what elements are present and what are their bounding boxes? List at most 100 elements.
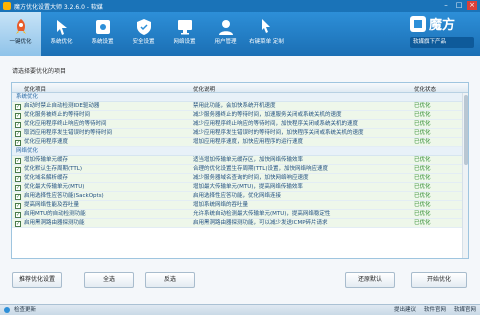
rocket-icon	[15, 19, 26, 34]
item-checkbox[interactable]: ✓	[15, 166, 21, 173]
software-site-link[interactable]: 软件官网	[424, 305, 446, 315]
brand-block: 魔方 软媒旗下产品	[410, 14, 474, 54]
item-checkbox[interactable]: ✓	[15, 130, 21, 137]
nav-system-settings[interactable]: 系统设置	[82, 12, 123, 56]
brand-name: 魔方	[429, 18, 456, 33]
select-all-button[interactable]: 全选	[84, 272, 134, 288]
list-item[interactable]: ✓ 优化最大传输单元(MTU) 增加最大传输单元(MTU)，提高网络传输效率 已优化	[12, 183, 468, 192]
scrollbar-thumb[interactable]	[464, 95, 468, 165]
item-status: 已优化	[414, 166, 431, 172]
feedback-link[interactable]: 提出建议	[394, 305, 416, 315]
item-checkbox[interactable]: ✓	[15, 184, 21, 191]
nav-label: 系统设置	[91, 39, 114, 45]
prompt-text: 请选择要优化的项目	[12, 68, 67, 75]
list-scrollbar[interactable]	[462, 93, 468, 258]
cube-logo-icon	[410, 15, 426, 32]
item-name: 增加传输单元缓存	[24, 157, 69, 163]
restore-default-button[interactable]: 还原默认	[345, 272, 395, 288]
gear-icon	[95, 20, 110, 34]
app-logo-icon	[3, 2, 11, 10]
minimize-button[interactable]: –	[441, 1, 451, 10]
list-item[interactable]: ✓ 提高网络性能及吞吐量 增加系统网络的吞吐量 已优化	[12, 201, 468, 210]
group-header: 系统优化	[12, 93, 468, 102]
item-status: 已优化	[414, 103, 431, 109]
item-name: 启用黑洞路由器探测功能	[24, 220, 85, 226]
column-desc: 优化说明	[193, 87, 216, 93]
column-item: 优化项目	[24, 87, 47, 93]
invert-selection-button[interactable]: 反选	[145, 272, 195, 288]
column-state: 优化状态	[414, 87, 437, 93]
list-item[interactable]: ✓ 优化默认生存周期(TTL) 合理的优化设置生存周期(TTL)设置，加快网络响应速…	[12, 165, 468, 174]
cursor-icon	[56, 20, 67, 35]
item-checkbox[interactable]: ✓	[15, 157, 21, 164]
item-checkbox[interactable]: ✓	[15, 175, 21, 182]
nav-label: 一键优化	[9, 39, 32, 45]
list-item[interactable]: ✓ 启用选择性应答功能(SackOpts) 启用选择性应答功能，优化网络连接 已优化	[12, 192, 468, 201]
list-header: 优化项目 优化说明 优化状态	[12, 83, 468, 93]
list-item[interactable]: ✓ 优化服务被终止的等待时间 减少服务器终止的等待时间，加速服务关闭或系统关机的速度…	[12, 111, 468, 120]
item-description: 增加最大传输单元(MTU)，提高网络传输效率	[193, 184, 303, 190]
brand-product-link[interactable]: 软媒旗下产品	[410, 37, 474, 48]
recommend-button[interactable]: 推荐优化设置	[12, 272, 62, 288]
item-description: 启用黑洞路由器探测功能，可以减少发送ICMP碎片请求	[193, 220, 328, 226]
item-description: 启用选择性应答功能，优化网络连接	[193, 193, 282, 199]
title-bar: 魔方优化设置大师 3.2.6.0 - 软媒 – □ ×	[0, 0, 480, 12]
optimize-list: 优化项目 优化说明 优化状态 系统优化 ✓ 启动时禁止自动检测IDE驱动器 禁用此功能…	[11, 82, 469, 259]
item-name: 启用MTU的自动检测功能	[24, 211, 86, 217]
item-status: 已优化	[414, 139, 431, 145]
list-item[interactable]: ✓ 优化域名解析缓存 减少服务器域名查询的时间，加快网络响应速度 已优化	[12, 174, 468, 183]
list-body: 系统优化 ✓ 启动时禁止自动检测IDE驱动器 禁用此功能，会加快系统开机速度 已优化 ✓ 优…	[12, 93, 468, 258]
item-checkbox[interactable]: ✓	[15, 112, 21, 119]
close-button[interactable]: ×	[467, 1, 477, 10]
item-name: 取消应用程序发生错误时的等待时间	[24, 130, 113, 136]
window-title: 魔方优化设置大师 3.2.6.0 - 软媒	[14, 3, 103, 11]
item-checkbox[interactable]: ✓	[15, 211, 21, 218]
list-item[interactable]: ✓ 启动时禁止自动检测IDE驱动器 禁用此功能，会加快系统开机速度 已优化	[12, 102, 468, 111]
item-name: 优化默认生存周期(TTL)	[24, 166, 82, 172]
nav-network-settings[interactable]: 网络设置	[164, 12, 205, 56]
list-item[interactable]: ✓ 取消应用程序发生错误时的等待时间 减少应用程序发生错误时的等待时间，加快程序关闭…	[12, 129, 468, 138]
item-name: 提高网络性能及吞吐量	[24, 202, 80, 208]
shield-icon	[136, 19, 151, 35]
item-checkbox[interactable]: ✓	[15, 121, 21, 128]
item-name: 启用选择性应答功能(SackOpts)	[24, 193, 104, 199]
item-checkbox[interactable]: ✓	[15, 202, 21, 209]
ruanmei-site-link[interactable]: 软媒官网	[454, 305, 476, 315]
list-item[interactable]: ✓ 启用MTU的自动检测功能 允许系统自动检测最大传输单元(MTU)，提高网络稳定性…	[12, 210, 468, 219]
list-item[interactable]: ✓ 优化应用程序终止响应的等待时间 减少应用程序终止响应的等待时间，加快程序关闭或系…	[12, 120, 468, 129]
item-status: 已优化	[414, 121, 431, 127]
nav-security-settings[interactable]: 安全设置	[123, 12, 164, 56]
item-status: 已优化	[414, 130, 431, 136]
item-checkbox[interactable]: ✓	[15, 220, 21, 227]
nav-context-menu[interactable]: 右键菜单 定制	[246, 12, 287, 56]
item-status: 已优化	[414, 184, 431, 190]
start-optimize-button[interactable]: 开始优化	[411, 272, 467, 288]
group-header: 网络优化	[12, 147, 468, 156]
nav-one-click-optimize[interactable]: 一键优化	[0, 12, 41, 56]
item-status: 已优化	[414, 211, 431, 217]
item-checkbox[interactable]: ✓	[15, 193, 21, 200]
nav-system-optimize[interactable]: 系统优化	[41, 12, 82, 56]
list-item[interactable]: ✓ 优化应用程序速度 增加应用程序速度，加快应用程序的运行速度 已优化	[12, 138, 468, 147]
check-update-link[interactable]: 检查更新	[14, 305, 36, 315]
item-checkbox[interactable]: ✓	[15, 139, 21, 146]
nav-label: 系统优化	[50, 39, 73, 45]
nav-label: 用户管理	[214, 39, 237, 45]
nav-label: 安全设置	[132, 39, 155, 45]
update-icon	[4, 307, 10, 313]
item-checkbox[interactable]: ✓	[15, 103, 21, 110]
item-description: 减少服务器域名查询的时间，加快网络响应速度	[193, 175, 309, 181]
list-item[interactable]: ✓ 增加传输单元缓存 适当增加传输单元缓存区，加快网络传输效率 已优化	[12, 156, 468, 165]
maximize-button[interactable]: □	[454, 1, 464, 10]
main-nav: 一键优化 系统优化 系统设置 安全设置 网络设置 用户管理 右键菜单 定制	[0, 12, 287, 56]
nav-label: 网络设置	[173, 39, 196, 45]
item-description: 禁用此功能，会加快系统开机速度	[193, 103, 276, 109]
item-name: 优化应用程序终止响应的等待时间	[24, 121, 107, 127]
list-item[interactable]: ✓ 启用黑洞路由器探测功能 启用黑洞路由器探测功能，可以减少发送ICMP碎片请求 已优…	[12, 219, 468, 228]
nav-label: 右键菜单 定制	[249, 39, 284, 45]
item-name: 优化服务被终止的等待时间	[24, 112, 91, 118]
item-status: 已优化	[414, 220, 431, 226]
context-menu-icon	[261, 19, 270, 33]
item-name: 优化应用程序速度	[24, 139, 69, 145]
nav-user-management[interactable]: 用户管理	[205, 12, 246, 56]
